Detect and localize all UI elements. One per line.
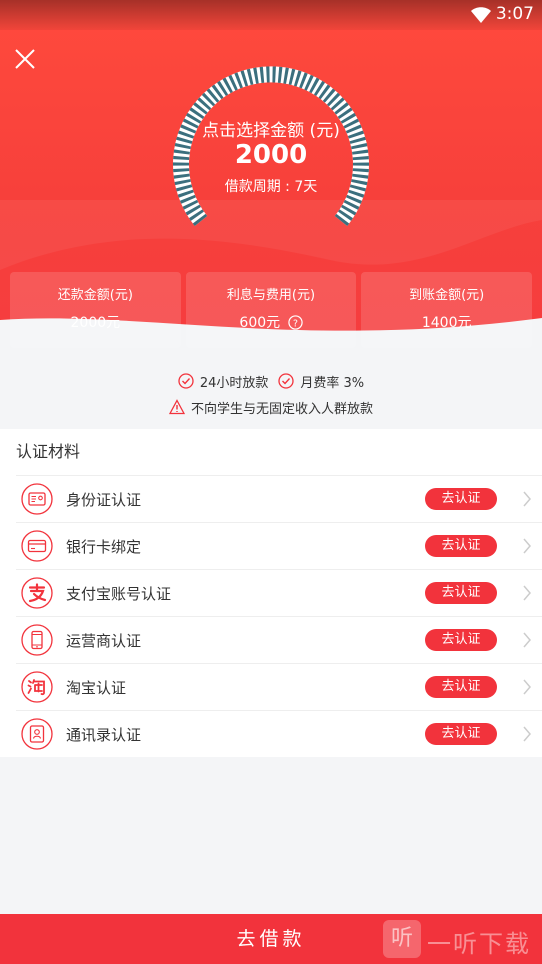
note-warning-text: 不向学生与无固定收入人群放款 [190, 401, 373, 417]
auth-item-id-card[interactable]: 身份证认证 去认证 [16, 475, 542, 522]
verify-button[interactable]: 去认证 [425, 676, 497, 698]
id-card-icon [21, 483, 53, 515]
note-rate: 月费率 3% [278, 372, 364, 391]
taobao-icon [21, 671, 53, 703]
auth-item-label: 银行卡绑定 [66, 537, 142, 556]
auth-item-carrier[interactable]: 运营商认证 去认证 [16, 616, 542, 663]
auth-section: 认证材料 身份证认证 去认证 银行卡绑定 去认证 支付宝账号认证 去认证 运营商… [0, 429, 542, 757]
chevron-right-icon [523, 679, 531, 695]
close-icon[interactable] [14, 48, 36, 70]
auth-item-alipay[interactable]: 支付宝账号认证 去认证 [16, 569, 542, 616]
help-icon[interactable]: ? [287, 315, 303, 330]
summary-cards: 还款金额(元) 2000元 利息与费用(元) 600元 ? 到账金额(元) 14… [10, 272, 533, 348]
auth-item-contacts[interactable]: 通讯录认证 去认证 [16, 710, 542, 757]
verify-button[interactable]: 去认证 [425, 582, 497, 604]
contacts-icon [21, 718, 53, 750]
chevron-right-icon [523, 726, 531, 742]
card-title: 到账金额(元) [409, 288, 485, 303]
wifi-icon [471, 7, 491, 23]
check-circle-icon [278, 373, 295, 389]
auth-item-label: 通讯录认证 [66, 725, 142, 744]
status-bar: 3:07 [0, 0, 542, 30]
received-amount-card: 到账金额(元) 1400元 [361, 272, 533, 348]
watermark-logo: 听 [383, 920, 421, 958]
chevron-right-icon [523, 632, 531, 648]
note-warning: 不向学生与无固定收入人群放款 [168, 398, 373, 417]
note-rate-text: 月费率 3% [300, 375, 365, 391]
gauge-amount[interactable]: 2000 [0, 140, 542, 170]
status-time: 3:07 [495, 4, 534, 24]
bank-card-icon [21, 530, 53, 562]
gauge-label: 点击选择金额 (元) [202, 121, 340, 141]
card-value: 2000元 [70, 315, 121, 331]
watermark-text: 一听下载 [427, 930, 531, 958]
alipay-icon [21, 577, 53, 609]
notes: 24小时放款 月费率 3% 不向学生与无固定收入人群放款 [0, 368, 542, 420]
auth-item-taobao[interactable]: 淘宝认证 去认证 [16, 663, 542, 710]
section-title: 认证材料 [16, 442, 81, 461]
verify-button[interactable]: 去认证 [425, 723, 497, 745]
svg-text:?: ? [293, 318, 298, 329]
auth-item-bank-card[interactable]: 银行卡绑定 去认证 [16, 522, 542, 569]
watermark: 听 一听下载 [383, 920, 542, 960]
chevron-right-icon [523, 538, 531, 554]
auth-item-label: 身份证认证 [66, 490, 142, 509]
note-row-features: 24小时放款 月费率 3% [0, 368, 542, 394]
card-title: 利息与费用(元) [226, 288, 316, 303]
note-row-warning: 不向学生与无固定收入人群放款 [0, 394, 542, 420]
note-fast-loan: 24小时放款 [178, 372, 269, 391]
note-fast-text: 24小时放款 [199, 375, 269, 391]
verify-button[interactable]: 去认证 [425, 535, 497, 557]
verify-button[interactable]: 去认证 [425, 488, 497, 510]
loan-period: 借款周期 : 7天 [224, 179, 318, 195]
card-value: 600元 [239, 315, 281, 331]
auth-item-label: 支付宝账号认证 [66, 584, 172, 603]
chevron-right-icon [523, 491, 531, 507]
auth-item-label: 淘宝认证 [66, 678, 127, 697]
warning-icon [168, 399, 185, 415]
repay-amount-card: 还款金额(元) 2000元 [10, 272, 181, 348]
phone-icon [21, 624, 53, 656]
interest-fee-card: 利息与费用(元) 600元 ? [185, 272, 357, 348]
chevron-right-icon [523, 585, 531, 601]
auth-item-label: 运营商认证 [66, 631, 142, 650]
check-circle-icon [178, 373, 194, 389]
verify-button[interactable]: 去认证 [425, 629, 497, 651]
card-value: 1400元 [421, 315, 472, 331]
card-title: 还款金额(元) [57, 288, 133, 303]
card-value-row: 600元 ? [186, 312, 357, 332]
